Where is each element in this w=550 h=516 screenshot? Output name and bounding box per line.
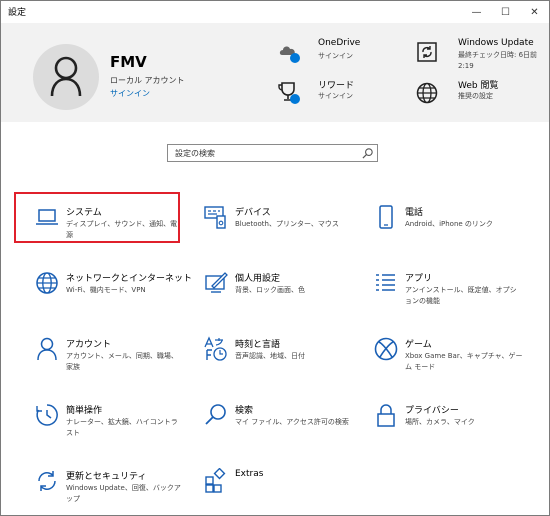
tile-network-desc: Wi-Fi、機内モード、VPN [66, 286, 146, 294]
tile-personalization[interactable]: 個人用設定 背景、ロック画面、色 [185, 270, 350, 320]
globe-icon [36, 272, 58, 294]
web-browsing-item[interactable]: Web 閲覧 推奨の設定 [415, 77, 535, 111]
tile-phone[interactable]: 電話 Android、iPhone のリンク [355, 204, 520, 254]
windows-update-last-check: 最終チェック日時: 6日前 [458, 51, 538, 59]
account-signin-link[interactable]: サインイン [110, 88, 150, 99]
onedrive-title: OneDrive [318, 38, 361, 48]
tile-system-desc: ディスプレイ、サウンド、通知、電源 [66, 220, 178, 239]
person-icon [37, 337, 57, 361]
time-language-icon [204, 336, 227, 361]
reward-status: サインイン [318, 92, 353, 100]
tile-update-security-title: 更新とセキュリティ [66, 472, 147, 482]
search-icon [205, 404, 226, 425]
web-browsing-status: 推奨の設定 [458, 92, 493, 100]
tile-time-language-title: 時刻と言語 [235, 340, 281, 350]
tile-search-desc: マイ ファイル、アクセス許可の検索 [235, 418, 349, 426]
tile-accounts[interactable]: アカウント アカウント、メール、同期、職場、家族 [16, 336, 181, 386]
tile-extras[interactable]: Extras [185, 468, 350, 515]
web-browsing-title: Web 閲覧 [458, 81, 499, 91]
search-icon[interactable] [362, 148, 373, 159]
tile-ease-of-access-desc: ナレーター、拡大鏡、ハイコントラスト [66, 418, 178, 437]
onedrive-status: サインイン [318, 52, 353, 60]
tile-devices-title: デバイス [235, 208, 271, 218]
windows-update-time: 2:19 [458, 62, 474, 70]
windows-update-item[interactable]: Windows Update 最終チェック日時: 6日前 2:19 [415, 37, 545, 73]
account-type: ローカル アカウント [110, 76, 185, 85]
account-header: FMV ローカル アカウント サインイン OneDrive サインイン リワード… [1, 23, 549, 122]
reward-item[interactable]: リワード サインイン [277, 77, 387, 111]
tile-personalization-title: 個人用設定 [235, 274, 281, 284]
account-name: FMV [110, 53, 147, 71]
personalization-icon [205, 272, 228, 293]
avatar [33, 44, 99, 110]
reward-title: リワード [318, 81, 355, 91]
laptop-icon [36, 209, 58, 225]
window-title: 設定 [8, 8, 27, 18]
globe-icon [416, 82, 438, 104]
tile-phone-title: 電話 [405, 208, 424, 218]
search-placeholder: 設定の検索 [175, 149, 215, 158]
tile-apps[interactable]: アプリ アンインストール、既定値、オプションの機能 [355, 270, 520, 320]
tile-time-language-desc: 音声認識、地域、日付 [235, 352, 305, 360]
onedrive-item[interactable]: OneDrive サインイン [277, 37, 387, 67]
user-avatar-icon [50, 56, 82, 97]
tile-ease-of-access-title: 簡単操作 [66, 406, 103, 416]
trophy-icon [278, 82, 300, 104]
tile-personalization-desc: 背景、ロック画面、色 [235, 286, 305, 294]
tile-apps-title: アプリ [405, 274, 433, 284]
tile-update-security-desc: Windows Update、回復、バックアップ [66, 484, 181, 503]
tile-time-language[interactable]: 時刻と言語 音声認識、地域、日付 [185, 336, 350, 386]
tile-system[interactable]: システム ディスプレイ、サウンド、通知、電源 [16, 204, 181, 254]
onedrive-icon [279, 46, 300, 63]
tile-gaming[interactable]: ゲーム Xbox Game Bar、キャプチャ、ゲーム モード [355, 336, 523, 386]
extras-icon [205, 468, 226, 493]
tile-accounts-desc: アカウント、メール、同期、職場、家族 [66, 352, 178, 371]
update-icon [417, 42, 437, 62]
settings-window: 設定 — ☐ ✕ FMV ローカル アカウント サインイン OneDrive サ… [0, 0, 550, 516]
tile-network-title: ネットワークとインターネット [66, 274, 193, 284]
tile-accounts-title: アカウント [66, 340, 112, 350]
tile-privacy[interactable]: プライバシー 場所、カメラ、マイク [355, 402, 520, 452]
tile-extras-title: Extras [235, 469, 264, 479]
minimize-button[interactable]: — [462, 1, 491, 23]
devices-icon [204, 206, 226, 229]
lock-icon [377, 404, 395, 427]
apps-icon [376, 274, 395, 291]
tile-apps-desc: アンインストール、既定値、オプションの機能 [405, 286, 517, 305]
tile-privacy-desc: 場所、カメラ、マイク [405, 418, 475, 426]
tile-gaming-title: ゲーム [405, 340, 432, 350]
tile-system-title: システム [66, 208, 102, 218]
phone-icon [379, 205, 393, 229]
title-bar: 設定 — ☐ ✕ [1, 1, 549, 23]
tile-search-title: 検索 [235, 406, 254, 416]
tile-privacy-title: プライバシー [405, 406, 459, 416]
maximize-button[interactable]: ☐ [491, 1, 520, 23]
settings-search-box[interactable]: 設定の検索 [167, 144, 378, 162]
tile-search[interactable]: 検索 マイ ファイル、アクセス許可の検索 [185, 402, 350, 452]
ease-of-access-icon [36, 404, 58, 426]
tile-devices-desc: Bluetooth、プリンター、マウス [235, 220, 339, 228]
sync-icon [38, 471, 56, 491]
windows-update-title: Windows Update [458, 38, 534, 48]
tile-ease-of-access[interactable]: 簡単操作 ナレーター、拡大鏡、ハイコントラスト [16, 402, 181, 452]
tile-update-security[interactable]: 更新とセキュリティ Windows Update、回復、バックアップ [16, 468, 181, 515]
xbox-icon [374, 337, 398, 361]
tile-network[interactable]: ネットワークとインターネット Wi-Fi、機内モード、VPN [16, 270, 192, 320]
close-button[interactable]: ✕ [520, 1, 549, 23]
tile-gaming-desc: Xbox Game Bar、キャプチャ、ゲーム モード [405, 352, 523, 371]
tile-phone-desc: Android、iPhone のリンク [405, 220, 493, 228]
tile-devices[interactable]: デバイス Bluetooth、プリンター、マウス [185, 204, 350, 254]
